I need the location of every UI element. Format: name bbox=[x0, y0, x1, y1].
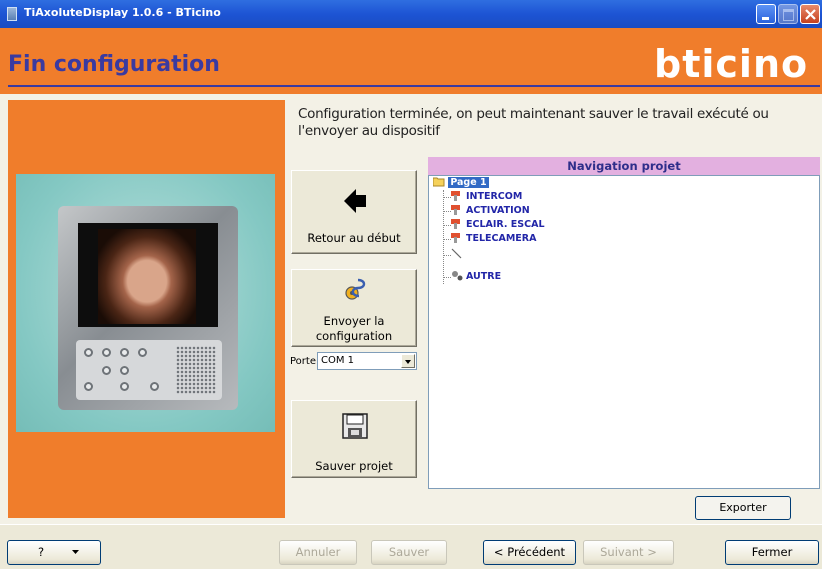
back-to-start-button[interactable]: Retour au début bbox=[291, 170, 417, 254]
save-project-label: Sauver projet bbox=[315, 459, 393, 473]
close-button[interactable] bbox=[800, 4, 820, 24]
port-value: COM 1 bbox=[321, 355, 355, 366]
help-dropdown-button[interactable]: ? bbox=[7, 540, 101, 565]
tree-item-activation[interactable]: ACTIVATION bbox=[443, 204, 530, 218]
keypad-button bbox=[138, 348, 147, 357]
send-line1-label: Envoyer la bbox=[323, 314, 385, 328]
chevron-down-icon[interactable] bbox=[401, 354, 415, 368]
tree-item-autre[interactable]: AUTRE bbox=[443, 270, 502, 284]
keypad-button bbox=[102, 366, 111, 375]
folder-open-icon bbox=[432, 177, 445, 187]
cancel-button[interactable]: Annuler bbox=[279, 540, 357, 565]
bticino-logo: bticino bbox=[654, 42, 809, 86]
navigation-tree[interactable]: Page 1 INTERCOM ACTIVATION ECLAIR. ESCAL… bbox=[428, 175, 820, 489]
keypad-button bbox=[84, 382, 93, 391]
chevron-down-icon bbox=[72, 550, 79, 554]
stair-light-device-icon bbox=[451, 219, 460, 229]
camera-device-icon bbox=[451, 233, 460, 243]
send-configuration-button[interactable]: Envoyer la configuration bbox=[291, 269, 417, 347]
keypad-button bbox=[120, 348, 129, 357]
tree-root-label: Page 1 bbox=[448, 177, 489, 188]
video-intercom-image bbox=[58, 206, 238, 410]
device-screen bbox=[78, 223, 218, 327]
completion-message: Configuration terminée, on peut maintena… bbox=[298, 106, 769, 139]
tree-item-label: TELECAMERA bbox=[466, 233, 537, 244]
save-project-button[interactable]: Sauver projet bbox=[291, 400, 417, 478]
window-title: TiAxoluteDisplay 1.0.6 - BTicino bbox=[24, 6, 221, 19]
page-title: Fin configuration bbox=[8, 52, 220, 77]
navigation-header: Navigation projet bbox=[428, 157, 820, 175]
previous-button[interactable]: < Précédent bbox=[483, 540, 576, 565]
port-label: Porte: bbox=[290, 356, 320, 367]
minimize-button[interactable] bbox=[756, 4, 776, 24]
tree-item-label: AUTRE bbox=[466, 271, 502, 282]
empty-slot-icon bbox=[451, 248, 462, 259]
send-gear-icon bbox=[345, 278, 366, 300]
back-to-start-label: Retour au début bbox=[307, 231, 401, 245]
close-icon bbox=[805, 9, 816, 20]
intercom-device-icon bbox=[451, 191, 460, 201]
header-divider bbox=[8, 85, 820, 87]
keypad-button bbox=[84, 348, 93, 357]
back-arrow-icon bbox=[344, 189, 366, 213]
tree-item-telecamera[interactable]: TELECAMERA bbox=[443, 232, 537, 246]
floppy-disk-icon bbox=[342, 413, 368, 439]
keypad-button bbox=[150, 382, 159, 391]
face-image bbox=[98, 229, 196, 324]
keypad-button bbox=[120, 366, 129, 375]
bottom-bar: ? Annuler Sauver < Précédent Suivant > F… bbox=[0, 524, 822, 569]
header: Fin configuration bticino bbox=[0, 28, 822, 94]
device-photo bbox=[16, 174, 275, 432]
next-button[interactable]: Suivant > bbox=[583, 540, 674, 565]
port-select[interactable]: COM 1 bbox=[317, 352, 417, 370]
tree-item-eclair-escal[interactable]: ECLAIR. ESCAL bbox=[443, 218, 545, 232]
send-line2-label: configuration bbox=[315, 329, 393, 343]
tree-item-blank[interactable] bbox=[443, 248, 466, 262]
main-content: Configuration terminée, on peut maintena… bbox=[0, 94, 822, 524]
gears-icon bbox=[452, 271, 463, 281]
help-label: ? bbox=[38, 545, 45, 559]
save-button[interactable]: Sauver bbox=[371, 540, 447, 565]
title-bar: TiAxoluteDisplay 1.0.6 - BTicino bbox=[0, 0, 822, 28]
tree-item-intercom[interactable]: INTERCOM bbox=[443, 190, 523, 204]
device-keypad bbox=[76, 340, 222, 400]
close-dialog-button[interactable]: Fermer bbox=[725, 540, 819, 565]
tree-connector bbox=[443, 190, 444, 284]
app-icon bbox=[7, 7, 17, 21]
keypad-button bbox=[102, 348, 111, 357]
export-button[interactable]: Exporter bbox=[695, 496, 791, 520]
maximize-button[interactable] bbox=[778, 4, 798, 24]
tree-item-label: ACTIVATION bbox=[466, 205, 530, 216]
tree-item-label: INTERCOM bbox=[466, 191, 523, 202]
speaker-grille bbox=[176, 346, 216, 394]
tree-item-label: ECLAIR. ESCAL bbox=[466, 219, 545, 230]
activation-device-icon bbox=[451, 205, 460, 215]
tree-root-page1[interactable]: Page 1 bbox=[432, 176, 489, 190]
keypad-button bbox=[120, 382, 129, 391]
